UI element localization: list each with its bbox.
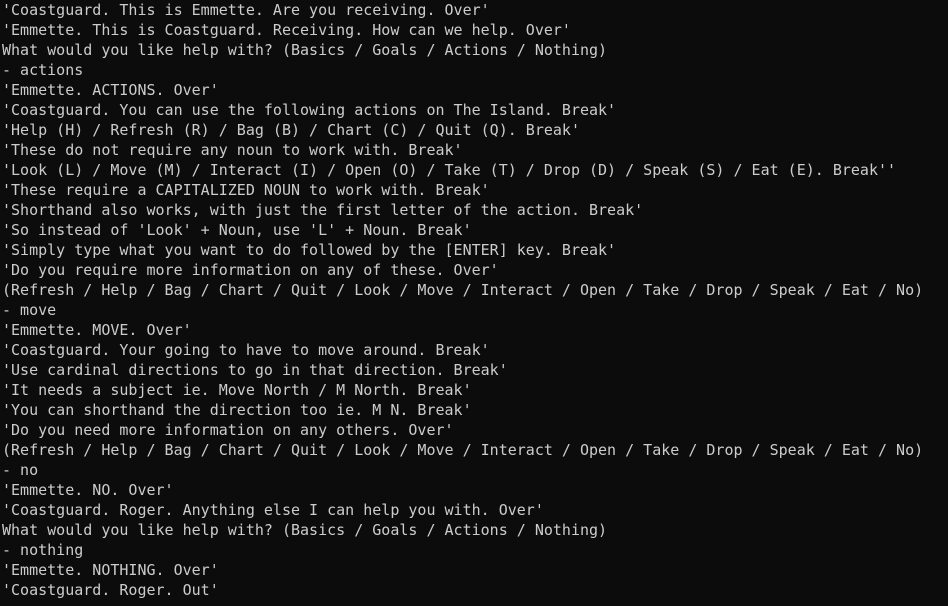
terminal-line: 'Coastguard. Roger. Out' <box>2 581 219 599</box>
terminal-line: 'Coastguard. This is Emmette. Are you re… <box>2 1 490 19</box>
terminal-line: 'Use cardinal directions to go in that d… <box>2 361 508 379</box>
terminal-line: 'These do not require any noun to work w… <box>2 141 463 159</box>
terminal-line: 'Emmette. ACTIONS. Over' <box>2 81 219 99</box>
terminal-line: 'Simply type what you want to do followe… <box>2 241 617 259</box>
terminal-line: 'Emmette. NOTHING. Over' <box>2 561 219 579</box>
terminal-line: (Refresh / Help / Bag / Chart / Quit / L… <box>2 281 924 299</box>
terminal-line: 'Help (H) / Refresh (R) / Bag (B) / Char… <box>2 121 580 139</box>
terminal-line: 'Coastguard. Roger. Anything else I can … <box>2 501 544 519</box>
terminal-line: 'Do you need more information on any oth… <box>2 421 454 439</box>
terminal-line: - no <box>2 461 39 479</box>
terminal-line: (Refresh / Help / Bag / Chart / Quit / L… <box>2 441 924 459</box>
terminal-line: - move <box>2 301 57 319</box>
terminal-line: 'It needs a subject ie. Move North / M N… <box>2 381 472 399</box>
terminal-line: 'Look (L) / Move (M) / Interact (I) / Op… <box>2 161 897 179</box>
terminal-line: - nothing <box>2 541 84 559</box>
terminal-line: 'Shorthand also works, with just the fir… <box>2 201 644 219</box>
terminal-line: - actions <box>2 61 84 79</box>
terminal-line: 'Coastguard. Your going to have to move … <box>2 341 490 359</box>
terminal-line: 'Emmette. NO. Over' <box>2 481 174 499</box>
terminal-line: 'Coastguard. You can use the following a… <box>2 101 617 119</box>
terminal-line: What would you like help with? (Basics /… <box>2 521 608 539</box>
terminal-line: 'Emmette. This is Coastguard. Receiving.… <box>2 21 571 39</box>
terminal-line: 'These require a CAPITALIZED NOUN to wor… <box>2 181 490 199</box>
terminal-line: 'So instead of 'Look' + Noun, use 'L' + … <box>2 221 472 239</box>
terminal-line: 'Do you require more information on any … <box>2 261 499 279</box>
terminal-output[interactable]: 'Coastguard. This is Emmette. Are you re… <box>0 0 948 606</box>
terminal-line: 'You can shorthand the direction too ie.… <box>2 401 472 419</box>
terminal-line: What would you like help with? (Basics /… <box>2 41 608 59</box>
terminal-line: 'Emmette. MOVE. Over' <box>2 321 192 339</box>
